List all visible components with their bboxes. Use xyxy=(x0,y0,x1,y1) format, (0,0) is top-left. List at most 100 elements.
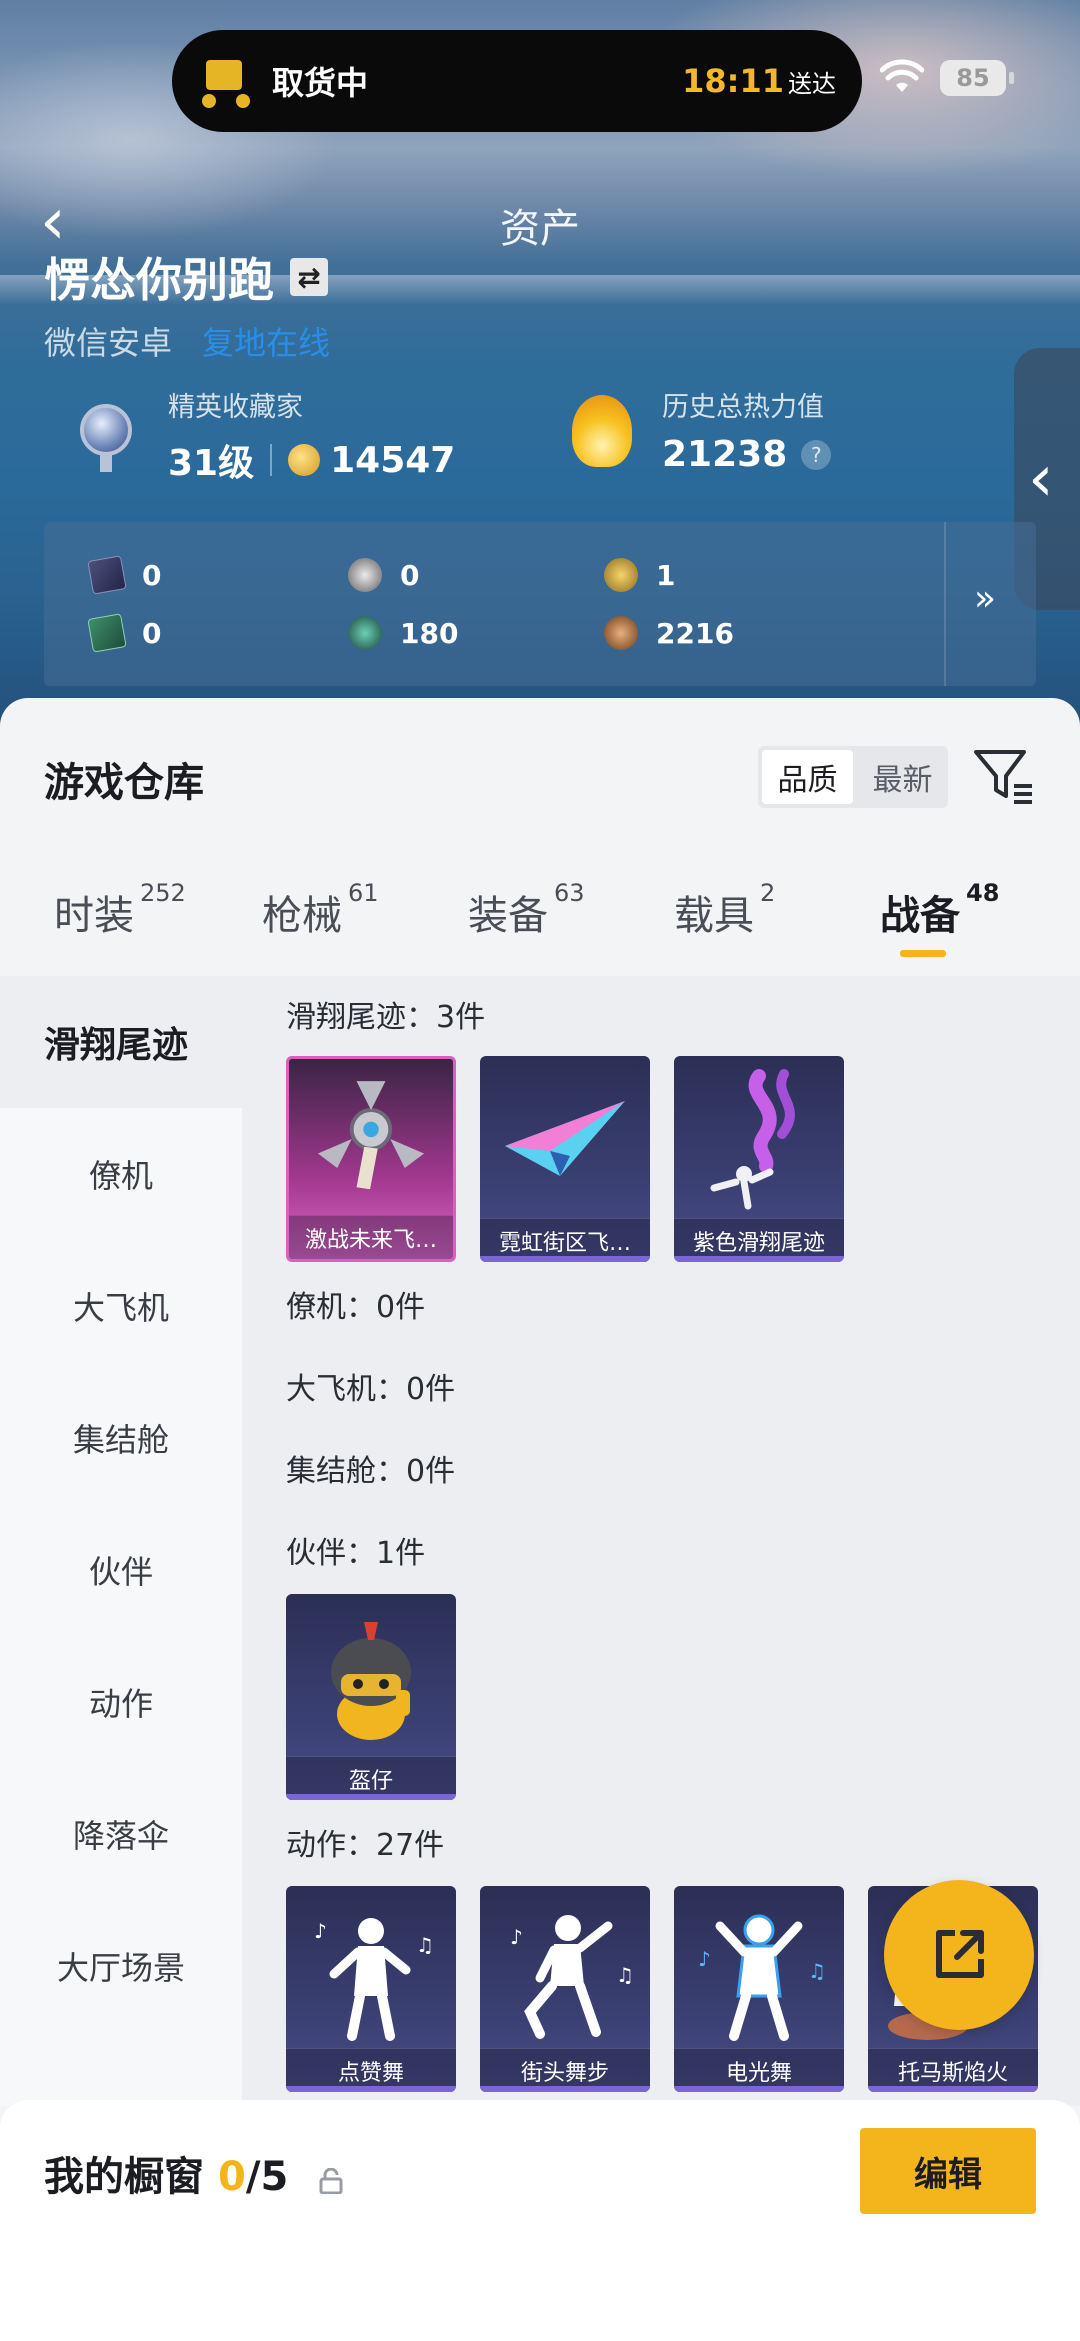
section-label: 动作：27件 xyxy=(286,1828,445,1863)
svg-text:♪: ♪ xyxy=(698,1947,711,1971)
sort-option-newest[interactable]: 最新 xyxy=(857,746,948,808)
item-card[interactable]: 激战未来飞… xyxy=(286,1056,456,1262)
collector-label: 精英收藏家 xyxy=(168,392,303,423)
spinner-trail-icon xyxy=(317,1081,425,1190)
item-card[interactable]: 紫色滑翔尾迹 xyxy=(674,1056,844,1262)
currency-item: 2216 xyxy=(604,616,734,650)
subcategory-glide-trail[interactable]: 滑翔尾迹 xyxy=(0,976,242,1108)
edit-button[interactable]: 编辑 xyxy=(860,2128,1036,2214)
rarity-bar xyxy=(480,1256,650,1262)
platform-row: 微信安卓 复地在线 xyxy=(44,318,330,364)
showcase-current: 0 xyxy=(218,2154,246,2200)
rarity-bar xyxy=(286,1794,456,1800)
item-card[interactable]: 霓虹街区飞… xyxy=(480,1056,650,1262)
showcase-bar: 我的橱窗 0/5 编辑 xyxy=(0,2100,1080,2341)
tab-count: 48 xyxy=(966,879,1000,907)
collector-badge-icon xyxy=(64,394,148,478)
currency-item: 0 xyxy=(87,613,162,653)
svg-text:♪: ♪ xyxy=(314,1919,327,1943)
item-card[interactable]: 盔仔 xyxy=(286,1594,456,1800)
active-tab-indicator xyxy=(900,950,946,957)
tab-count: 63 xyxy=(554,879,585,907)
currency-panel: 0 0 1 0 180 2216 » xyxy=(44,522,1036,686)
subcategory-emote[interactable]: 动作 xyxy=(0,1636,242,1768)
currency-value: 180 xyxy=(400,616,459,650)
showcase-title: 我的橱窗 xyxy=(44,2154,204,2200)
svg-text:♫: ♫ xyxy=(616,1963,634,1987)
chevron-left-icon: ‹ xyxy=(1028,442,1054,516)
currency-value: 0 xyxy=(142,616,162,650)
delivery-courier-icon xyxy=(198,50,260,112)
section-label: 集结舱：0件 xyxy=(286,1454,456,1489)
tab-label: 载具 xyxy=(674,893,754,939)
currency-value: 1 xyxy=(656,558,676,592)
tab-label: 时装 xyxy=(54,893,134,939)
subcategory-lobby-scene[interactable]: 大厅场景 xyxy=(0,1900,242,2032)
item-card[interactable]: ♪ ♫ 电光舞 xyxy=(674,1886,844,2092)
showcase-count: 0/5 xyxy=(218,2154,288,2200)
dance-figure-icon: ♪ ♫ xyxy=(314,1918,434,2041)
purple-card-icon xyxy=(87,555,127,595)
section-label: 大飞机：0件 xyxy=(286,1372,456,1407)
tab-count: 61 xyxy=(348,879,379,907)
electric-dance-icon: ♪ ♫ xyxy=(698,1914,826,2041)
currency-value: 2216 xyxy=(656,616,734,650)
currency-value: 0 xyxy=(400,558,420,592)
bronze-coin-icon xyxy=(604,616,638,650)
tab-label: 枪械 xyxy=(262,893,342,939)
rarity-bar xyxy=(674,1256,844,1262)
tab-vehicles[interactable]: 载具 2 xyxy=(674,879,775,941)
username: 愣怂你别跑 xyxy=(44,253,274,307)
wifi-icon xyxy=(880,59,924,92)
rarity-bar xyxy=(286,2086,456,2092)
delivery-time-suffix: 送达 xyxy=(788,69,836,98)
username-row: 愣怂你别跑 ⇄ xyxy=(44,244,328,310)
item-card[interactable]: ♪ ♫ 街头舞步 xyxy=(480,1886,650,2092)
showcase-total: /5 xyxy=(245,2154,289,2200)
warehouse-title: 游戏仓库 xyxy=(44,760,204,806)
tab-count: 2 xyxy=(760,879,776,907)
showcase-heading: 我的橱窗 0/5 xyxy=(44,2144,344,2202)
subcategory-wingman[interactable]: 僚机 xyxy=(0,1108,242,1240)
sort-option-quality[interactable]: 品质 xyxy=(762,750,853,804)
heat-stat[interactable]: 历史总热力值 21238 ? xyxy=(562,385,832,475)
divider xyxy=(944,522,946,686)
green-orb-icon xyxy=(348,616,382,650)
subcategory-list: 滑翔尾迹 僚机 大飞机 集结舱 伙伴 动作 降落伞 大厅场景 xyxy=(0,976,242,2106)
switch-account-icon[interactable]: ⇄ xyxy=(290,258,328,296)
platform-label: 微信安卓 xyxy=(44,324,173,362)
svg-text:♫: ♫ xyxy=(416,1933,434,1957)
subcategory-parachute[interactable]: 降落伞 xyxy=(0,1768,242,1900)
section-label: 僚机：0件 xyxy=(286,1290,426,1325)
tab-weapons[interactable]: 枪械 61 xyxy=(262,879,379,941)
item-name: 激战未来飞… xyxy=(289,1215,453,1259)
tab-equipment[interactable]: 装备 63 xyxy=(468,879,585,941)
green-card-icon xyxy=(87,613,127,653)
lock-icon[interactable] xyxy=(318,2168,344,2194)
subcategory-companion[interactable]: 伙伴 xyxy=(0,1504,242,1636)
subcategory-big-plane[interactable]: 大飞机 xyxy=(0,1240,242,1372)
double-chevron-right-icon[interactable]: » xyxy=(974,578,996,619)
item-card[interactable]: ♪ ♫ 点赞舞 xyxy=(286,1886,456,2092)
heat-label: 历史总热力值 xyxy=(662,392,824,423)
delivery-time: 18:11 xyxy=(682,62,784,100)
rarity-bar xyxy=(868,2086,1038,2092)
collector-points: 14547 xyxy=(330,439,456,481)
subcategory-assembly-pod[interactable]: 集结舱 xyxy=(0,1372,242,1504)
tab-battle-prep[interactable]: 战备 48 xyxy=(880,879,999,941)
share-button[interactable] xyxy=(884,1880,1034,2030)
currency-item: 0 xyxy=(87,555,161,595)
delivery-live-activity[interactable]: 取货中 18:11 送达 xyxy=(172,30,862,132)
collector-stat[interactable]: 精英收藏家 31级 14547 xyxy=(64,385,455,486)
filter-icon[interactable] xyxy=(970,744,1036,810)
tab-label: 装备 xyxy=(468,893,548,939)
divider xyxy=(270,444,273,476)
gold-badge-coin-icon xyxy=(604,558,638,592)
purple-trail-icon xyxy=(710,1069,795,1210)
tab-outfits[interactable]: 时装 252 xyxy=(54,879,186,941)
svg-text:♪: ♪ xyxy=(510,1925,523,1949)
paper-plane-icon xyxy=(505,1101,625,1176)
currency-item: 180 xyxy=(348,616,458,650)
help-icon[interactable]: ? xyxy=(801,439,832,470)
tab-label: 战备 xyxy=(880,893,960,939)
